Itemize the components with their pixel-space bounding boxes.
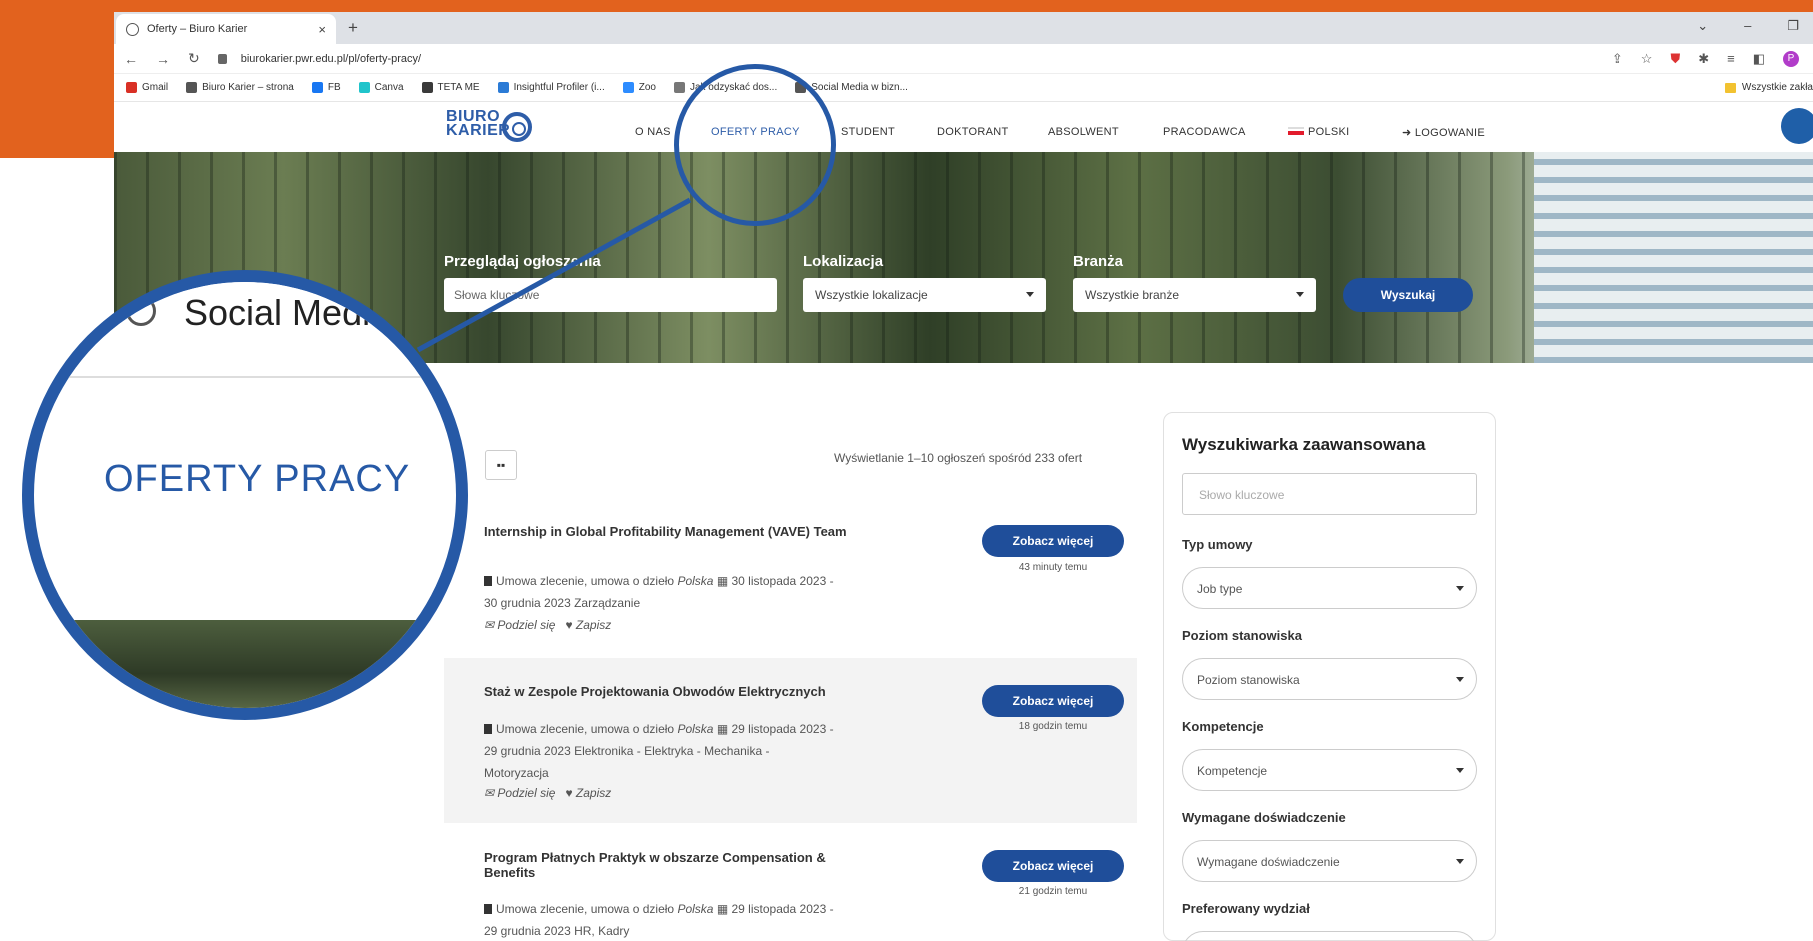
globe-icon [126, 296, 156, 326]
magnified-hero [34, 620, 456, 708]
magnified-social-text: Social Medi [184, 292, 371, 333]
callout-circle [674, 64, 836, 226]
magnified-tab-area: Social Medi [34, 282, 456, 378]
stage: Oferty – Biuro Karier × + ⌄ – ❐ ← → ↻ bi… [0, 0, 1813, 941]
magnified-oferty-pracy: OFERTY PRACY [104, 458, 411, 500]
magnifier-callout: Social Medi OFERTY PRACY [22, 270, 468, 720]
